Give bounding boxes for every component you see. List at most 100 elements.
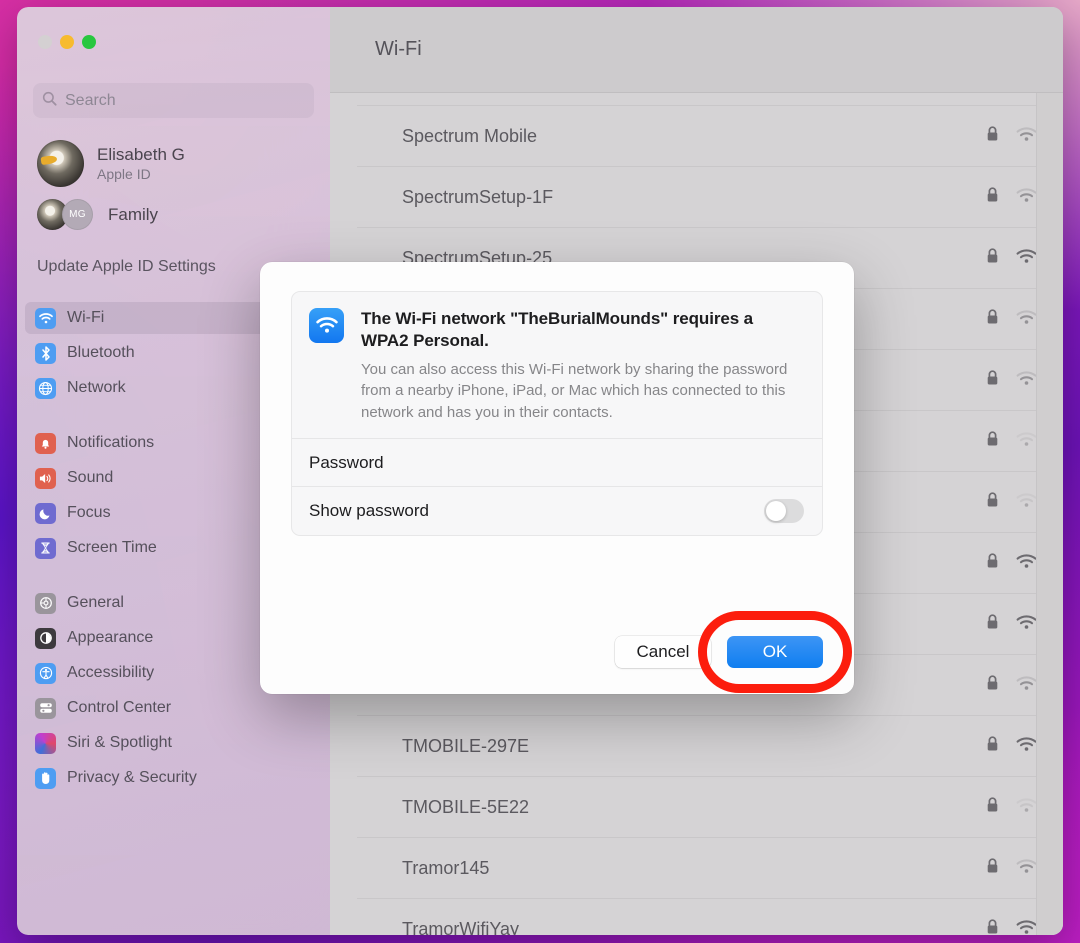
network-row-icons	[986, 857, 1037, 879]
list-top-padding	[357, 93, 1063, 106]
accessibility-icon	[35, 662, 56, 684]
lock-icon	[986, 430, 999, 452]
lock-icon	[986, 857, 999, 879]
close-button[interactable]	[38, 35, 52, 49]
dialog-card: The Wi-Fi network "TheBurialMounds" requ…	[291, 291, 823, 537]
network-row-icons	[986, 430, 1037, 452]
lock-icon	[986, 308, 999, 330]
network-row-icons	[986, 735, 1037, 757]
show-password-row[interactable]: Show password	[292, 487, 822, 535]
network-row[interactable]: TramorWifiYay	[357, 899, 1063, 935]
maximize-button[interactable]	[82, 35, 96, 49]
network-row[interactable]: SpectrumSetup-1F	[357, 167, 1063, 228]
scrollbar[interactable]	[1036, 93, 1063, 935]
wifi-signal-icon	[1016, 797, 1037, 818]
network-row-icons	[986, 918, 1037, 936]
sliders-icon	[35, 697, 56, 719]
siri-icon	[35, 732, 56, 754]
wifi-signal-icon	[1016, 492, 1037, 513]
bell-icon	[35, 432, 56, 454]
network-row[interactable]: TMOBILE-297E	[357, 716, 1063, 777]
family-row[interactable]: MG Family	[17, 199, 330, 230]
bluetooth-icon	[35, 342, 56, 364]
lock-icon	[986, 125, 999, 147]
dialog-header: The Wi-Fi network "TheBurialMounds" requ…	[292, 292, 822, 440]
network-row-icons	[986, 613, 1037, 635]
sidebar-item-label: Appearance	[67, 629, 154, 646]
search-input[interactable]	[65, 91, 305, 110]
window-traffic-lights	[38, 35, 96, 49]
cancel-button[interactable]: Cancel	[615, 636, 711, 668]
network-row[interactable]: Spectrum Mobile	[357, 106, 1063, 167]
sidebar-item-control-center[interactable]: Control Center	[25, 692, 322, 724]
apple-id-subtitle: Apple ID	[97, 166, 151, 183]
sidebar-item-label: General	[67, 594, 124, 611]
lock-icon	[986, 491, 999, 513]
sidebar-item-label: Wi-Fi	[67, 309, 105, 326]
network-name: Spectrum Mobile	[402, 125, 538, 146]
page-title: Wi-Fi	[375, 38, 422, 60]
hand-icon	[35, 767, 56, 789]
sidebar-item-label: Sound	[67, 469, 114, 486]
apple-id-row[interactable]: Elisabeth G Apple ID	[17, 136, 330, 187]
show-password-label: Show password	[309, 501, 430, 521]
password-label: Password	[309, 452, 384, 472]
speaker-icon	[35, 467, 56, 489]
lock-icon	[986, 918, 999, 936]
hourglass-icon	[35, 537, 56, 559]
wifi-signal-icon	[1016, 614, 1037, 635]
dialog-title: The Wi-Fi network "TheBurialMounds" requ…	[361, 309, 754, 351]
sidebar-item-label: Control Center	[67, 699, 172, 716]
sidebar-item-label: Focus	[67, 504, 111, 521]
network-row-icons	[986, 552, 1037, 574]
ok-button[interactable]: OK	[727, 636, 823, 668]
moon-icon	[35, 502, 56, 524]
sidebar-item-label: Siri & Spotlight	[67, 734, 172, 751]
network-row[interactable]: TMOBILE-5E22	[357, 777, 1063, 838]
wifi-signal-icon	[1016, 736, 1037, 757]
lock-icon	[986, 796, 999, 818]
password-field-row[interactable]: Password	[292, 439, 822, 488]
minimize-button[interactable]	[60, 35, 74, 49]
lock-icon	[986, 552, 999, 574]
network-row-icons	[986, 674, 1037, 696]
wifi-password-dialog: The Wi-Fi network "TheBurialMounds" requ…	[260, 262, 854, 694]
sidebar-item-label: Notifications	[67, 434, 155, 451]
wifi-signal-icon	[1016, 675, 1037, 696]
password-input[interactable]	[397, 452, 804, 473]
network-row[interactable]: Tramor145	[357, 838, 1063, 899]
globe-icon	[35, 377, 56, 399]
wifi-icon	[35, 307, 56, 329]
wifi-signal-icon	[1016, 431, 1037, 452]
network-row-icons	[986, 247, 1037, 269]
desktop-wallpaper: Elisabeth G Apple ID MG Family Update Ap…	[0, 0, 1080, 943]
network-row-icons	[986, 125, 1037, 147]
wifi-icon	[309, 308, 344, 343]
sidebar-item-label: Screen Time	[67, 539, 157, 556]
wifi-signal-icon	[1016, 309, 1037, 330]
wifi-signal-icon	[1016, 858, 1037, 879]
wifi-signal-icon	[1016, 126, 1037, 147]
family-avatar-2: MG	[62, 199, 93, 230]
lock-icon	[986, 674, 999, 696]
network-name: TramorWifiYay	[402, 918, 519, 936]
sidebar-item-privacy-and-security[interactable]: Privacy & Security	[25, 762, 322, 794]
network-name: Tramor145	[402, 857, 490, 878]
search-box[interactable]	[33, 83, 314, 118]
wifi-signal-icon	[1016, 370, 1037, 391]
sidebar-item-siri-and-spotlight[interactable]: Siri & Spotlight	[25, 727, 322, 759]
dialog-button-bar: Cancel OK	[615, 611, 852, 693]
network-row-icons	[986, 796, 1037, 818]
wifi-signal-icon	[1016, 553, 1037, 574]
system-settings-window: Elisabeth G Apple ID MG Family Update Ap…	[17, 7, 1063, 935]
lock-icon	[986, 247, 999, 269]
network-name: SpectrumSetup-1F	[402, 186, 554, 207]
wifi-signal-icon	[1016, 248, 1037, 269]
search-icon	[42, 91, 57, 111]
network-row-icons	[986, 308, 1037, 330]
family-label: Family	[108, 204, 159, 224]
network-row-icons	[986, 186, 1037, 208]
show-password-toggle[interactable]	[764, 499, 804, 524]
sidebar-item-label: Bluetooth	[67, 344, 135, 361]
lock-icon	[986, 186, 999, 208]
